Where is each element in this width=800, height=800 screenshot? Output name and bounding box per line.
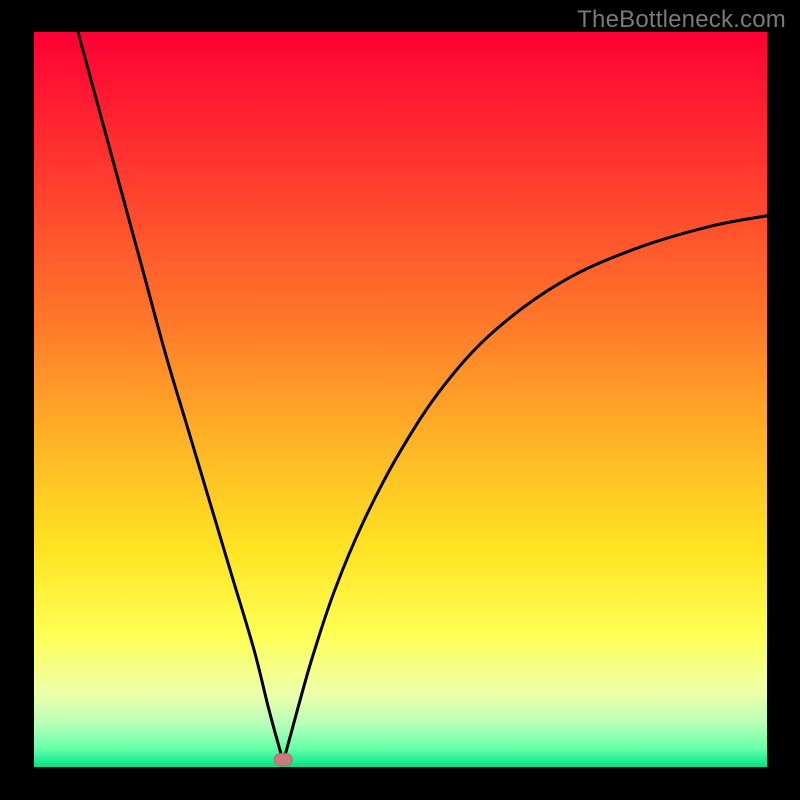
bottleneck-chart [34, 32, 767, 767]
chart-frame: TheBottleneck.com [0, 0, 800, 800]
optimal-point-marker [274, 754, 292, 766]
chart-svg [34, 32, 767, 767]
attribution-label: TheBottleneck.com [577, 6, 786, 34]
chart-background [34, 32, 767, 767]
